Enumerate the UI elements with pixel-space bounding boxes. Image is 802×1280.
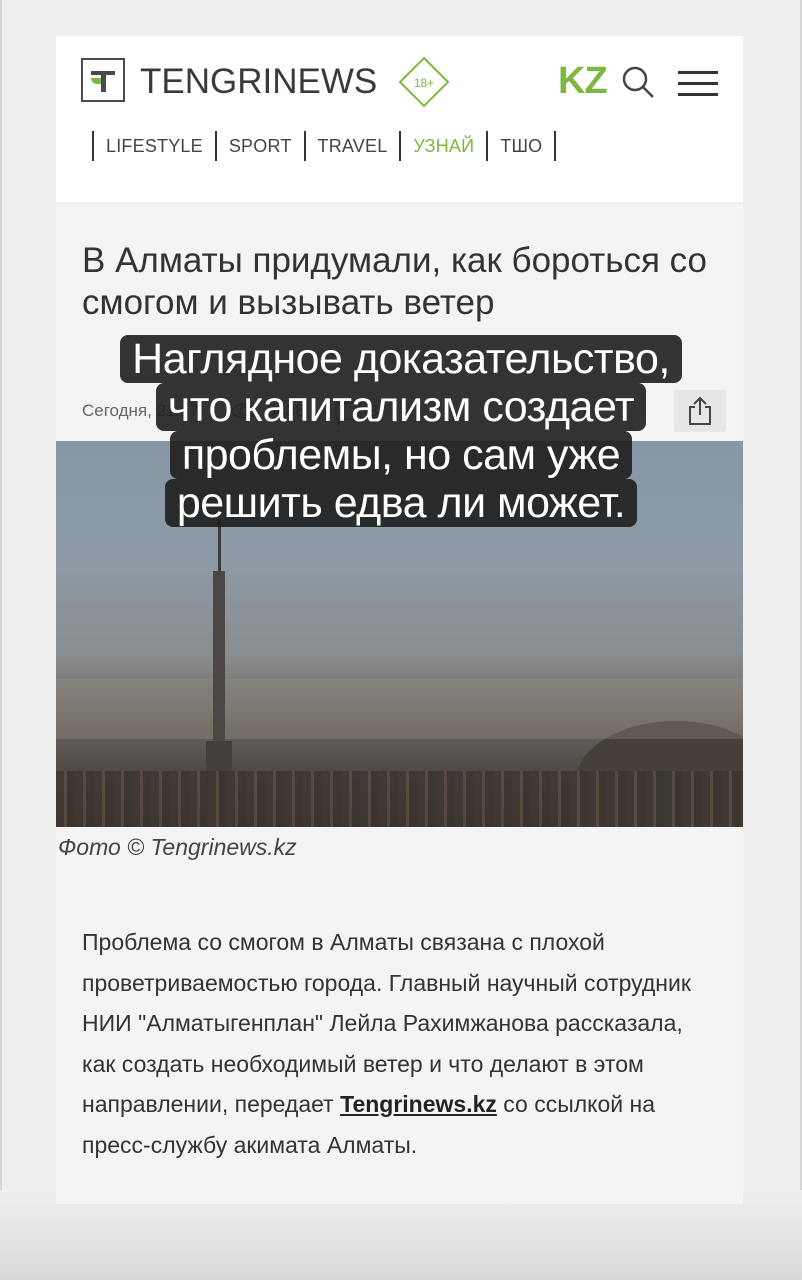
- nav-separator: [486, 131, 489, 161]
- section-nav: LIFESTYLE SPORT TRAVEL УЗНАЙ ТШО: [92, 130, 568, 162]
- search-icon[interactable]: [620, 64, 656, 100]
- caption-line: что капитализм создает: [155, 383, 647, 431]
- nav-item-tsho[interactable]: ТШО: [500, 136, 542, 157]
- photo-smog-haze: [56, 679, 743, 739]
- language-kz-link[interactable]: KZ: [558, 60, 608, 103]
- article-lead-paragraph: Проблема со смогом в Алматы связана с пл…: [82, 922, 722, 1165]
- age-rating-text: 18+: [414, 76, 434, 90]
- nav-separator: [554, 131, 557, 161]
- nav-item-lifestyle[interactable]: LIFESTYLE: [106, 136, 203, 157]
- logo-icon[interactable]: [81, 58, 125, 102]
- logo-text[interactable]: TENGRINEWS: [140, 62, 377, 102]
- nav-separator: [92, 131, 94, 161]
- nav-item-uznai[interactable]: УЗНАЙ: [413, 136, 474, 157]
- site-header: TENGRINEWS 18+ KZ LIFESTYLE SPORT TRAVEL…: [56, 36, 743, 202]
- article-title: В Алматы придумали, как бороться со смог…: [82, 241, 708, 322]
- caption-line: проблемы, но сам уже: [169, 431, 633, 479]
- age-rating-badge: 18+: [398, 56, 450, 108]
- nav-item-sport[interactable]: SPORT: [229, 136, 292, 157]
- caption-line: Наглядное доказательство,: [120, 335, 682, 383]
- story-caption-overlay: Наглядное доказательство, что капитализм…: [0, 335, 802, 527]
- lead-text: Проблема со смогом в Алматы связана с пл…: [82, 929, 691, 1117]
- photo-city: [56, 771, 743, 827]
- nav-separator: [399, 131, 402, 161]
- nav-separator: [214, 131, 217, 161]
- nav-item-travel[interactable]: TRAVEL: [318, 136, 388, 157]
- menu-icon[interactable]: [676, 68, 720, 100]
- left-edge: [0, 0, 2, 1280]
- nav-separator: [303, 131, 306, 161]
- caption-line: решить едва ли может.: [164, 479, 638, 527]
- source-link[interactable]: Tengrinews.kz: [340, 1091, 497, 1117]
- header-top-bar: TENGRINEWS 18+ KZ: [56, 36, 743, 126]
- photo-caption: Фото © Tengrinews.kz: [58, 834, 297, 860]
